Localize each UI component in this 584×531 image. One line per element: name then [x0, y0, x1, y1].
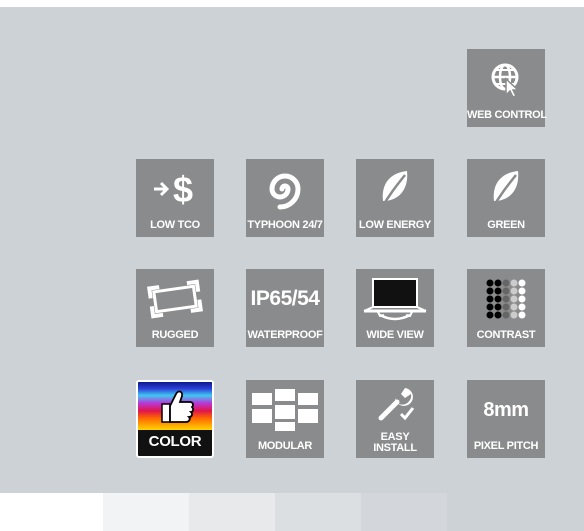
green-tile[interactable]: GREEN — [467, 159, 545, 237]
wide-view-label: WIDE VIEW — [366, 329, 424, 341]
pixel-pitch-label: PIXEL PITCH — [473, 440, 539, 452]
waterproof-tile[interactable]: IP65/54 WATERPROOF — [246, 269, 324, 347]
web-control-label: WEB CONTROL — [467, 109, 547, 121]
green-label: GREEN — [487, 219, 525, 231]
swatch-strip — [103, 493, 189, 531]
swatch-strip — [447, 493, 584, 531]
svg-text:$: $ — [173, 169, 193, 209]
contrast-label: CONTRAST — [476, 329, 536, 341]
swirl-icon — [246, 163, 324, 215]
low-tco-label: LOW TCO — [150, 219, 200, 231]
pixel-pitch-value-wrap: 8mm — [467, 384, 545, 436]
rugged-label: RUGGED — [151, 329, 199, 341]
dollar-arrow-icon: $ — [136, 163, 214, 215]
brick-wall-icon — [246, 384, 324, 436]
low-energy-tile[interactable]: LOW ENERGY — [356, 159, 434, 237]
color-label: COLOR — [148, 433, 202, 450]
modular-tile[interactable]: MODULAR — [246, 380, 324, 458]
modular-label: MODULAR — [257, 440, 313, 452]
low-tco-tile[interactable]: $ LOW TCO — [136, 159, 214, 237]
rugged-tile[interactable]: RUGGED — [136, 269, 214, 347]
ip-rating: IP65/54 — [246, 273, 324, 325]
wide-screen-icon — [356, 273, 434, 325]
thumbs-up-icon — [156, 388, 196, 431]
feature-panel: WEB CONTROL $ LOW TCO TYPHOON 24/7 LOW E… — [0, 7, 584, 493]
easy-install-tile[interactable]: EASY INSTALL — [356, 380, 434, 458]
frame-corners-icon — [136, 273, 214, 325]
contrast-tile[interactable]: CONTRAST — [467, 269, 545, 347]
wrench-check-icon — [356, 382, 434, 426]
swatch-strip — [0, 493, 103, 531]
leaf-icon — [356, 163, 434, 215]
wide-view-tile[interactable]: WIDE VIEW — [356, 269, 434, 347]
pixel-pitch-tile[interactable]: 8mm PIXEL PITCH — [467, 380, 545, 458]
pixel-pitch-value: 8mm — [483, 398, 529, 421]
web-control-tile[interactable]: WEB CONTROL — [467, 49, 547, 127]
typhoon-label: TYPHOON 24/7 — [247, 219, 323, 231]
easy-install-label-line2: INSTALL — [373, 442, 417, 454]
dot-grid-icon — [467, 273, 545, 325]
swatch-strip — [361, 493, 447, 531]
swatch-strip — [189, 493, 275, 531]
typhoon-tile[interactable]: TYPHOON 24/7 — [246, 159, 324, 237]
easy-install-label: EASY INSTALL — [356, 432, 434, 454]
swatch-strip — [275, 493, 361, 531]
leaf-icon — [467, 163, 545, 215]
low-energy-label: LOW ENERGY — [358, 219, 432, 231]
globe-cursor-icon — [467, 53, 545, 105]
color-tile[interactable]: COLOR — [136, 380, 214, 458]
waterproof-label: WATERPROOF — [247, 329, 323, 341]
ip-rating-text: IP65/54 — [250, 287, 320, 310]
